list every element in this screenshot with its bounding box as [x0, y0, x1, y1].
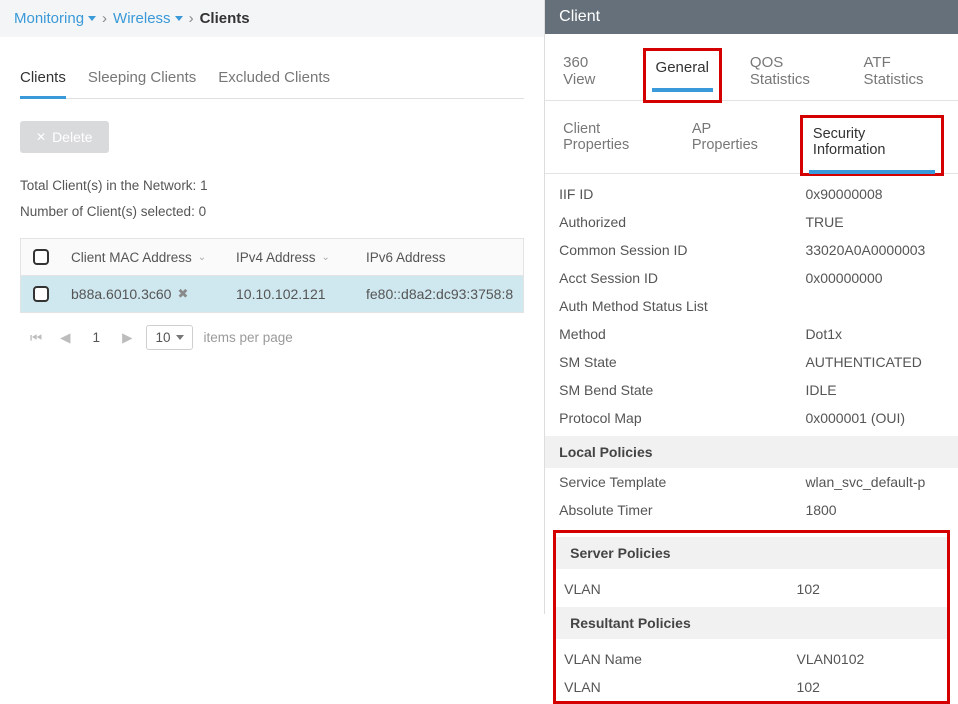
- total-clients-label: Total Client(s) in the Network:: [20, 178, 196, 193]
- select-all-checkbox[interactable]: [21, 239, 61, 275]
- tab-excluded-clients[interactable]: Excluded Clients: [218, 61, 330, 98]
- detail-key: Absolute Timer: [559, 502, 805, 518]
- detail-key: Service Template: [559, 474, 805, 490]
- tab-360-view[interactable]: 360 View: [559, 48, 618, 100]
- total-clients-value: 1: [200, 178, 208, 193]
- highlight-box-policies: Server Policies VLAN102 Resultant Polici…: [553, 530, 950, 704]
- tab-atf-statistics[interactable]: ATF Statistics: [860, 48, 944, 100]
- detail-value: IDLE: [805, 382, 944, 398]
- detail-key: SM State: [559, 354, 805, 370]
- row-checkbox[interactable]: [21, 276, 61, 312]
- detail-value: 102: [797, 679, 939, 695]
- cell-ipv6: fe80::d8a2:dc93:3758:8: [366, 286, 513, 302]
- delete-button-label: Delete: [52, 129, 92, 145]
- page-size-select[interactable]: 10: [146, 325, 193, 350]
- panel-secondary-tabs: Client Properties AP Properties Security…: [545, 101, 958, 174]
- detail-value: AUTHENTICATED: [805, 354, 944, 370]
- left-tabs: Clients Sleeping Clients Excluded Client…: [20, 61, 524, 99]
- detail-key: VLAN Name: [564, 651, 796, 667]
- pager: ⏮ ◀ 1 ▶ 10 items per page: [20, 313, 524, 362]
- sort-icon: ⌄: [322, 252, 330, 263]
- detail-value: 0x000001 (OUI): [805, 410, 944, 426]
- col-ipv6-header[interactable]: IPv6 Address: [356, 240, 523, 275]
- col-ipv4-header[interactable]: IPv4 Address⌄: [226, 240, 356, 275]
- subtab-ap-properties[interactable]: AP Properties: [688, 115, 778, 173]
- cell-mac: b88a.6010.3c60: [71, 286, 171, 302]
- detail-key: Common Session ID: [559, 242, 805, 258]
- sort-icon: ⌄: [198, 252, 206, 263]
- wrench-icon[interactable]: ✖: [177, 286, 188, 302]
- breadcrumb-current: Clients: [200, 10, 250, 27]
- detail-key: SM Bend State: [559, 382, 805, 398]
- section-local-policies: Local Policies: [545, 436, 958, 468]
- caret-down-icon: [175, 16, 183, 21]
- highlight-box-security: Security Information: [800, 115, 944, 176]
- pager-next-icon[interactable]: ▶: [118, 330, 136, 346]
- pager-prev-icon[interactable]: ◀: [56, 330, 74, 346]
- breadcrumb-wireless[interactable]: Wireless: [113, 10, 183, 27]
- pager-first-icon[interactable]: ⏮: [26, 330, 46, 346]
- detail-key: Protocol Map: [559, 410, 805, 426]
- chevron-right-icon: ›: [189, 10, 194, 27]
- detail-value: wlan_svc_default-p: [805, 474, 944, 490]
- detail-value: 1800: [805, 502, 944, 518]
- detail-value: 33020A0A0000003: [805, 242, 944, 258]
- details-list: IIF ID0x90000008 AuthorizedTRUE Common S…: [545, 174, 958, 704]
- panel-primary-tabs: 360 View General QOS Statistics ATF Stat…: [545, 34, 958, 101]
- col-mac-header[interactable]: Client MAC Address⌄: [61, 240, 226, 275]
- selected-clients-label: Number of Client(s) selected:: [20, 204, 195, 219]
- panel-title: Client: [545, 0, 958, 34]
- close-icon: ✕: [36, 130, 46, 144]
- tab-clients[interactable]: Clients: [20, 61, 66, 99]
- caret-down-icon: [176, 335, 184, 340]
- section-server-policies: Server Policies: [556, 537, 947, 569]
- detail-key: Auth Method Status List: [559, 298, 805, 314]
- detail-value: 102: [797, 581, 939, 597]
- chevron-right-icon: ›: [102, 10, 107, 27]
- selected-clients-value: 0: [199, 204, 207, 219]
- detail-value: 0x90000008: [805, 186, 944, 202]
- pager-per-page-label: items per page: [203, 330, 292, 345]
- detail-key: Acct Session ID: [559, 270, 805, 286]
- subtab-security-information[interactable]: Security Information: [809, 120, 935, 174]
- cell-ipv4: 10.10.102.121: [236, 286, 326, 302]
- subtab-client-properties[interactable]: Client Properties: [559, 115, 666, 173]
- detail-value: Dot1x: [805, 326, 944, 342]
- table-row[interactable]: b88a.6010.3c60 ✖ 10.10.102.121 fe80::d8a…: [20, 276, 524, 313]
- breadcrumb: Monitoring › Wireless › Clients: [0, 0, 544, 37]
- detail-value: [805, 298, 944, 314]
- breadcrumb-monitoring[interactable]: Monitoring: [14, 10, 96, 27]
- detail-key: Authorized: [559, 214, 805, 230]
- tab-general[interactable]: General: [652, 53, 713, 92]
- detail-value: 0x00000000: [805, 270, 944, 286]
- detail-key: VLAN: [564, 581, 796, 597]
- detail-value: VLAN0102: [797, 651, 939, 667]
- tab-qos-statistics[interactable]: QOS Statistics: [746, 48, 836, 100]
- clients-table: Client MAC Address⌄ IPv4 Address⌄ IPv6 A…: [20, 238, 524, 362]
- delete-button[interactable]: ✕ Delete: [20, 121, 109, 153]
- highlight-box-general: General: [643, 48, 722, 103]
- detail-value: TRUE: [805, 214, 944, 230]
- detail-key: IIF ID: [559, 186, 805, 202]
- section-resultant-policies: Resultant Policies: [556, 607, 947, 639]
- caret-down-icon: [88, 16, 96, 21]
- pager-page: 1: [85, 330, 109, 345]
- tab-sleeping-clients[interactable]: Sleeping Clients: [88, 61, 196, 98]
- detail-key: Method: [559, 326, 805, 342]
- detail-key: VLAN: [564, 679, 796, 695]
